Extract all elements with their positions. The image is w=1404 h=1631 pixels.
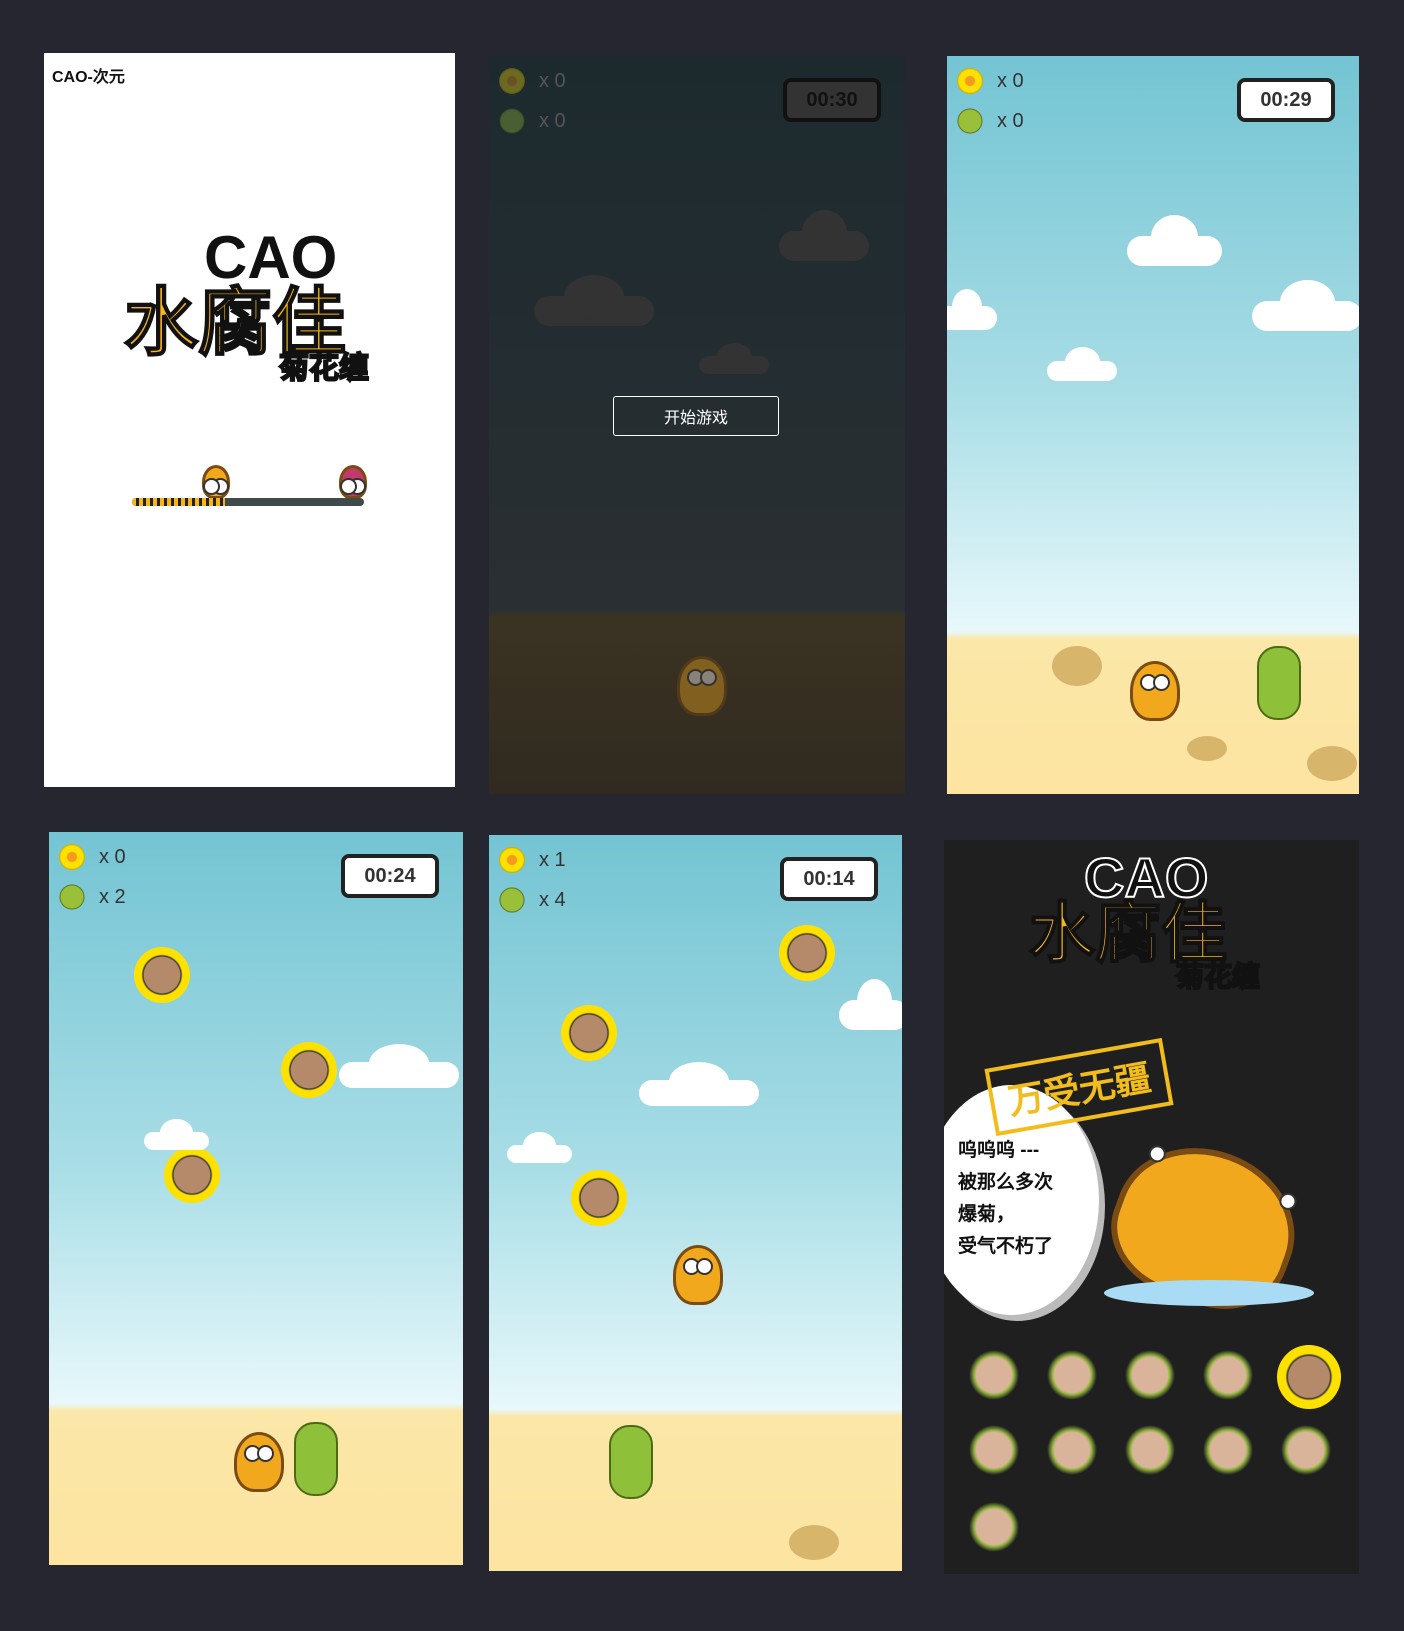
- cloud: [639, 1061, 759, 1106]
- game-screen-start: x 0 x 0 00:29: [947, 56, 1359, 794]
- falling-flower[interactable]: [281, 1042, 337, 1098]
- rock: [1307, 746, 1357, 781]
- avatar[interactable]: [1203, 1425, 1253, 1475]
- timer: 00:30: [783, 78, 881, 122]
- game-screen-playing-1: x 0 x 2 00:24: [49, 832, 463, 1565]
- flower-icon: [957, 68, 983, 94]
- timer: 00:29: [1237, 78, 1335, 122]
- falling-flower[interactable]: [571, 1170, 627, 1226]
- start-screen: x 0 x 0 00:30 开始游戏: [489, 56, 905, 794]
- avatar[interactable]: [1047, 1350, 1097, 1400]
- cactus-icon: [499, 887, 525, 913]
- player-character: [1130, 661, 1180, 721]
- timer: 00:14: [780, 857, 878, 901]
- cactus-icon: [499, 108, 525, 134]
- cactus-enemy: [294, 1422, 338, 1496]
- avatar[interactable]: [1203, 1350, 1253, 1400]
- avatar-flower[interactable]: [1277, 1345, 1341, 1409]
- flower-icon: [59, 844, 85, 870]
- flower-counter: x 0: [957, 68, 1024, 94]
- player-character: [677, 656, 727, 716]
- cloud: [1252, 280, 1359, 331]
- brand-logo: CAO-次元: [52, 69, 125, 86]
- loading-progress-fill: [132, 498, 225, 506]
- flower-count: x 0: [997, 69, 1024, 92]
- avatar[interactable]: [1125, 1350, 1175, 1400]
- flower-icon: [499, 847, 525, 873]
- cactus-counter: x 2: [59, 884, 126, 910]
- cactus-enemy: [1257, 646, 1301, 720]
- avatar[interactable]: [969, 1425, 1019, 1475]
- cactus-count: x 4: [539, 888, 566, 911]
- start-game-button[interactable]: 开始游戏: [613, 396, 779, 436]
- rock: [789, 1525, 839, 1560]
- avatar[interactable]: [1125, 1425, 1175, 1475]
- avatar[interactable]: [969, 1502, 1019, 1552]
- cactus-enemy: [609, 1425, 653, 1499]
- cloud: [144, 1119, 209, 1150]
- cactus-counter: x 0: [957, 108, 1024, 134]
- tear-puddle: [1104, 1280, 1314, 1306]
- game-logo-sub: 菊花缠: [1175, 960, 1261, 993]
- flower-count: x 0: [99, 845, 126, 868]
- cloud: [534, 275, 654, 326]
- cactus-count: x 0: [997, 109, 1024, 132]
- flower-count: x 0: [539, 69, 566, 92]
- avatar[interactable]: [969, 1350, 1019, 1400]
- cloud: [947, 289, 997, 330]
- rock: [1052, 646, 1102, 686]
- stamp: 万受无疆: [984, 1037, 1174, 1137]
- falling-flower[interactable]: [134, 947, 190, 1003]
- bubble-line: 呜呜呜 ---: [958, 1140, 1040, 1161]
- game-logo-sub: 菊花缠: [278, 351, 370, 386]
- rock: [1187, 736, 1227, 761]
- loading-screen: CAO-次元 CAO 水腐佳 菊花缠: [44, 53, 455, 787]
- cloud: [839, 979, 902, 1030]
- falling-flower[interactable]: [779, 925, 835, 981]
- flower-counter: x 0: [499, 68, 566, 94]
- cactus-counter: x 4: [499, 887, 566, 913]
- flower-counter: x 1: [499, 847, 566, 873]
- cactus-icon: [59, 884, 85, 910]
- cloud: [507, 1132, 572, 1163]
- falling-flower[interactable]: [164, 1147, 220, 1203]
- cloud: [779, 210, 869, 261]
- timer: 00:24: [341, 854, 439, 898]
- falling-flower[interactable]: [561, 1005, 617, 1061]
- bubble-line: 被那么多次: [958, 1172, 1054, 1193]
- cactus-count: x 2: [99, 885, 126, 908]
- enemy-character: [339, 465, 367, 499]
- flower-counter: x 0: [59, 844, 126, 870]
- bubble-line: 爆菊，: [958, 1204, 1016, 1225]
- player-character: [202, 465, 230, 499]
- cactus-counter: x 0: [499, 108, 566, 134]
- loading-progress-bar: [132, 498, 364, 506]
- player-character: [673, 1245, 723, 1305]
- game-over-screen: CAO 水腐佳 菊花缠 万受无疆 呜呜呜 --- 被那么多次 爆菊， 受气不朽了: [944, 840, 1359, 1574]
- cloud: [699, 343, 769, 374]
- flower-count: x 1: [539, 848, 566, 871]
- bubble-line: 受气不朽了: [958, 1236, 1054, 1257]
- avatar[interactable]: [1281, 1425, 1331, 1475]
- cloud: [339, 1043, 459, 1088]
- avatar[interactable]: [1047, 1425, 1097, 1475]
- cactus-icon: [957, 108, 983, 134]
- cactus-count: x 0: [539, 109, 566, 132]
- flower-icon: [499, 68, 525, 94]
- game-screen-playing-2: x 1 x 4 00:14: [489, 835, 902, 1571]
- player-character: [234, 1432, 284, 1492]
- cloud: [1127, 215, 1222, 266]
- bubble-text: 呜呜呜 --- 被那么多次 爆菊， 受气不朽了: [958, 1135, 1053, 1263]
- cloud: [1047, 347, 1117, 381]
